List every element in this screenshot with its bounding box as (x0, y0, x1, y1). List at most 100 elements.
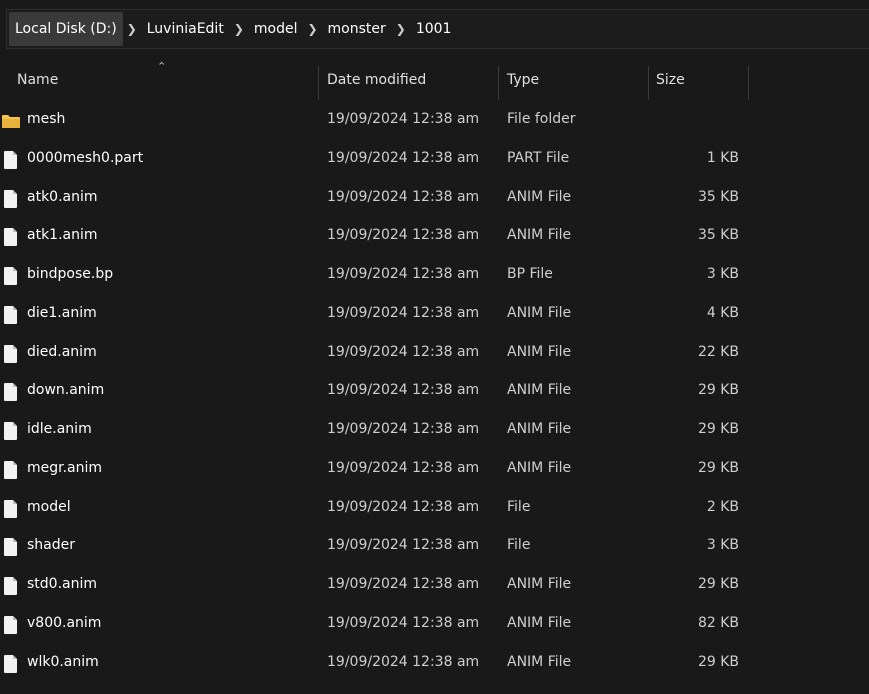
file-size: 1 KB (706, 149, 739, 166)
file-type: BP File (507, 266, 553, 282)
file-date-modified: 19/09/2024 12:38 am (327, 227, 480, 244)
file-size: 82 KB (697, 614, 739, 631)
breadcrumb-1001[interactable]: 1001 (410, 21, 458, 37)
sort-ascending-icon: ⌃ (157, 60, 167, 73)
file-size: 22 KB (697, 343, 739, 360)
file-row[interactable]: atk1.anim 19/09/2024 12:38 am ANIM File 35 … (0, 217, 869, 255)
column-divider[interactable] (318, 66, 319, 100)
file-date-modified: 19/09/2024 12:38 am (327, 498, 480, 515)
file-name: died.anim (27, 343, 97, 360)
file-type: File folder (507, 111, 576, 127)
file-type: ANIM File (507, 653, 572, 670)
file-type: PART File (507, 149, 570, 166)
file-icon (3, 382, 19, 402)
file-row[interactable]: idle.anim 19/09/2024 12:38 am ANIM File 29 … (0, 411, 869, 449)
file-date-modified: 19/09/2024 12:38 am (327, 421, 480, 437)
column-header-row: ⌃ Name Date modified Type Size (0, 58, 869, 100)
file-size: 2 KB (706, 498, 739, 515)
file-row[interactable]: bindpose.bp 19/09/2024 12:38 am BP File 3 K… (0, 256, 869, 294)
file-date-modified: 19/09/2024 12:38 am (327, 576, 480, 592)
file-icon (3, 499, 19, 519)
file-date-modified: 19/09/2024 12:38 am (327, 459, 480, 476)
breadcrumb-luviniaedit[interactable]: LuviniaEdit (141, 21, 230, 37)
file-size: 29 KB (697, 576, 739, 592)
file-type: ANIM File (507, 227, 572, 244)
breadcrumb-model[interactable]: model (248, 21, 304, 37)
file-date-modified: 19/09/2024 12:38 am (327, 304, 480, 321)
file-row[interactable]: model 19/09/2024 12:38 am File 2 KB (0, 489, 869, 527)
file-size: 29 KB (697, 421, 739, 437)
file-icon (3, 615, 19, 635)
file-type: ANIM File (507, 304, 572, 321)
file-date-modified: 19/09/2024 12:38 am (327, 266, 480, 282)
file-name: bindpose.bp (27, 266, 114, 282)
column-header-type[interactable]: Type (507, 72, 539, 88)
file-name: atk1.anim (27, 227, 98, 244)
file-date-modified: 19/09/2024 12:38 am (327, 111, 480, 127)
file-size: 29 KB (697, 382, 739, 399)
file-name: model (27, 498, 71, 515)
address-bar[interactable]: Local Disk (D:) ❯ LuviniaEdit ❯ model ❯ … (6, 9, 869, 49)
file-type: ANIM File (507, 421, 572, 437)
file-name: megr.anim (27, 459, 103, 476)
file-name: 0000mesh0.part (27, 149, 144, 166)
breadcrumb-drive[interactable]: Local Disk (D:) (9, 12, 123, 46)
file-row[interactable]: wlk0.anim 19/09/2024 12:38 am ANIM File 29 … (0, 644, 869, 682)
file-icon (3, 421, 19, 441)
file-type: ANIM File (507, 188, 572, 205)
file-name: wlk0.anim (27, 653, 99, 670)
file-type: ANIM File (507, 459, 572, 476)
file-icon (3, 266, 19, 286)
chevron-right-icon[interactable]: ❯ (230, 22, 248, 36)
file-date-modified: 19/09/2024 12:38 am (327, 343, 480, 360)
file-row[interactable]: down.anim 19/09/2024 12:38 am ANIM File 29 … (0, 372, 869, 410)
file-row[interactable]: 0000mesh0.part 19/09/2024 12:38 am PART Fi… (0, 140, 869, 178)
file-row[interactable]: died.anim 19/09/2024 12:38 am ANIM File 22 … (0, 334, 869, 372)
file-icon (3, 305, 19, 325)
file-row[interactable]: v800.anim 19/09/2024 12:38 am ANIM File 82 … (0, 605, 869, 643)
file-name: std0.anim (27, 576, 98, 592)
column-divider[interactable] (498, 66, 499, 100)
file-name: idle.anim (27, 421, 92, 437)
column-divider[interactable] (748, 66, 749, 100)
file-type: File (507, 498, 531, 515)
file-size: 35 KB (697, 227, 739, 244)
file-name: down.anim (27, 382, 105, 399)
file-type: ANIM File (507, 382, 572, 399)
column-header-size[interactable]: Size (656, 72, 685, 88)
chevron-right-icon[interactable]: ❯ (392, 22, 410, 36)
file-name: v800.anim (27, 614, 102, 631)
file-date-modified: 19/09/2024 12:38 am (327, 149, 480, 166)
file-icon (3, 537, 19, 557)
file-icon (3, 344, 19, 364)
file-date-modified: 19/09/2024 12:38 am (327, 653, 480, 670)
breadcrumb-monster[interactable]: monster (322, 21, 392, 37)
column-header-name[interactable]: Name (17, 72, 58, 88)
chevron-right-icon[interactable]: ❯ (303, 22, 321, 36)
column-divider[interactable] (648, 66, 649, 100)
file-size: 4 KB (706, 304, 739, 321)
file-row[interactable]: shader 19/09/2024 12:38 am File 3 KB (0, 527, 869, 565)
file-date-modified: 19/09/2024 12:38 am (327, 188, 480, 205)
file-row[interactable]: std0.anim 19/09/2024 12:38 am ANIM File 29 … (0, 566, 869, 604)
file-row[interactable]: megr.anim 19/09/2024 12:38 am ANIM File 29 … (0, 450, 869, 488)
file-row[interactable]: mesh 19/09/2024 12:38 am File folder (0, 101, 869, 139)
column-header-date[interactable]: Date modified (327, 72, 426, 88)
file-date-modified: 19/09/2024 12:38 am (327, 382, 480, 399)
folder-icon (1, 111, 20, 131)
file-name: shader (27, 537, 76, 554)
file-name: mesh (27, 111, 66, 127)
file-name: atk0.anim (27, 188, 98, 205)
file-icon (3, 227, 19, 247)
file-type: ANIM File (507, 614, 572, 631)
file-icon (3, 189, 19, 209)
file-icon (3, 460, 19, 480)
file-size: 29 KB (697, 653, 739, 670)
file-icon (3, 150, 19, 170)
file-row[interactable]: atk0.anim 19/09/2024 12:38 am ANIM File 35 … (0, 179, 869, 217)
file-type: ANIM File (507, 343, 572, 360)
file-date-modified: 19/09/2024 12:38 am (327, 537, 480, 554)
file-row[interactable]: die1.anim 19/09/2024 12:38 am ANIM File 4 K… (0, 295, 869, 333)
file-icon (3, 654, 19, 674)
chevron-right-icon[interactable]: ❯ (123, 22, 141, 36)
